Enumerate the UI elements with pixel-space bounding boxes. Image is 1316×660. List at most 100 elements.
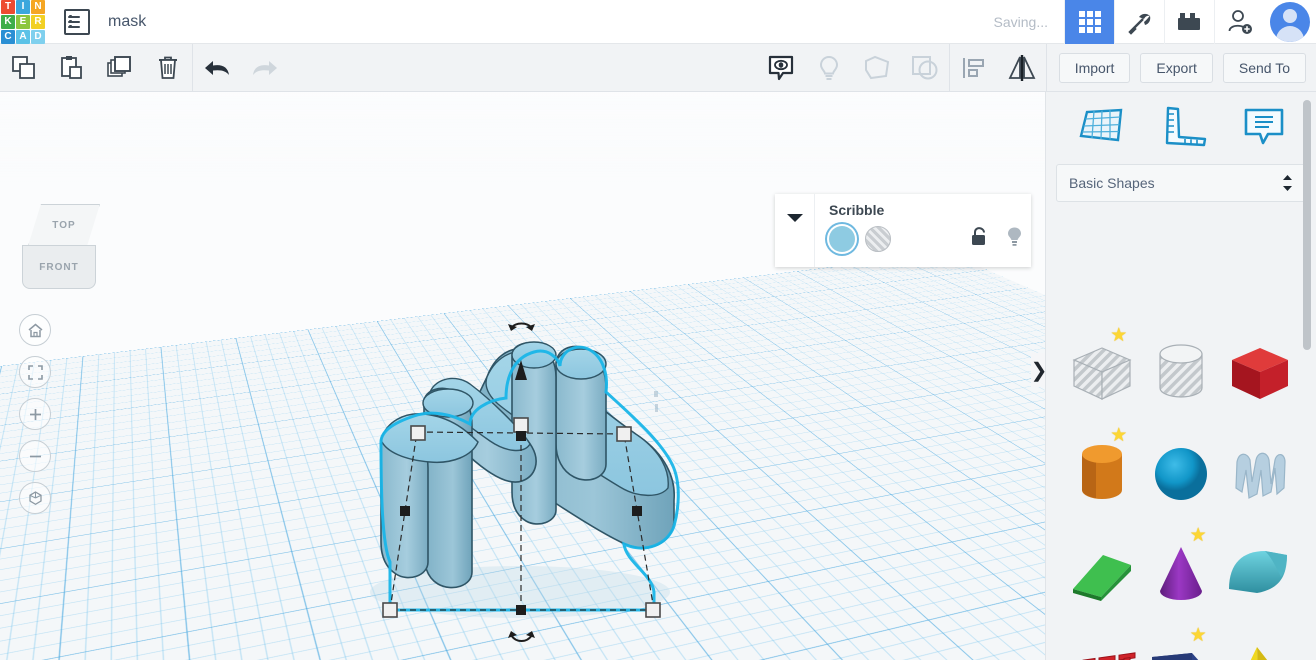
app-header: T I N K E R C A D mask Saving... [0,0,1316,44]
import-button[interactable]: Import [1058,52,1131,83]
undo-button[interactable] [193,44,241,92]
notes-tool[interactable] [1241,104,1287,153]
featured-star-icon: ★ [1110,425,1128,446]
hole-cylinder-thumbnail [1159,344,1203,398]
shape-inspector-panel: Scribble [775,194,1031,267]
align-icon [962,57,984,78]
shape-box[interactable] [1221,324,1300,424]
delete-button[interactable] [144,44,192,92]
shape-roof[interactable] [1062,524,1141,624]
paste-button[interactable] [48,44,96,92]
cylinder-thumbnail [1081,445,1122,499]
pyramid-thumbnail [1251,647,1268,660]
3d-viewport[interactable]: TOP FRONT Scribble [0,92,1045,660]
list-menu-icon[interactable] [64,8,90,35]
view-cube-front-face[interactable]: FRONT [22,245,96,289]
updown-arrows-icon [1283,175,1292,191]
main-toolbar: Import Export Send To [0,43,1316,92]
shape-library-select[interactable]: Basic Shapes [1056,164,1306,202]
solid-color-swatch[interactable] [829,226,855,252]
shape-box-hole[interactable]: ★ [1062,324,1141,424]
box-thumbnail [1232,348,1289,399]
group-button [853,44,901,92]
shapes-panel: Basic Shapes ★ ★ ★ ★ [1045,92,1316,660]
shape-sphere[interactable] [1141,424,1220,524]
ungroup-button [901,44,949,92]
shape-round-roof[interactable] [1221,524,1300,624]
lock-toggle[interactable] [970,226,988,252]
ruler-tool[interactable] [1158,104,1210,153]
pickaxe-button[interactable] [1114,0,1164,44]
featured-star-icon: ★ [1189,625,1207,646]
shape-text[interactable] [1062,624,1141,660]
vertical-scrollbar[interactable] [1303,100,1311,350]
shape-generator[interactable]: ★ [1141,624,1220,660]
send-to-button[interactable]: Send To [1222,52,1306,83]
perspective-toggle-button[interactable] [19,482,51,514]
shape-cylinder[interactable]: ★ [1062,424,1141,524]
fit-brackets-icon [27,364,43,380]
redo-arrow-icon [253,60,277,75]
workplane-visibility-button[interactable] [757,44,805,92]
export-button[interactable]: Export [1140,52,1213,83]
invite-button[interactable] [1214,0,1264,44]
blocks-button[interactable] [1164,0,1214,44]
logo-tile-a: A [16,30,30,44]
fit-to-view-button[interactable] [19,356,51,388]
align-button[interactable] [950,44,998,92]
mirror-button[interactable] [998,44,1046,92]
viewport-nav-buttons [19,314,51,514]
shape-scribble[interactable] [1221,424,1300,524]
shape-cylinder-hole[interactable] [1141,324,1220,424]
shape-pyramid[interactable] [1221,624,1300,660]
minus-icon [29,455,41,457]
shape-library-grid: ★ ★ ★ ★ [1046,314,1316,660]
user-avatar[interactable] [1264,0,1316,44]
view-cube-front-label: FRONT [39,261,79,273]
tinkercad-app: T I N K E R C A D mask Saving... Import … [0,0,1316,660]
inspector-tools [970,226,1023,252]
trash-icon [159,56,177,79]
plus-icon [29,408,41,420]
grid-9-icon [1078,10,1101,33]
logo-tile-e: E [16,15,30,29]
shape-cone[interactable]: ★ [1141,524,1220,624]
view-cube-top-label: TOP [52,219,76,231]
header-actions: Saving... [994,0,1316,44]
wedge-thumbnail [1072,555,1131,601]
grid-view-button[interactable] [1064,0,1114,44]
zoom-in-button[interactable] [19,398,51,430]
duplicate-icon [107,55,131,77]
hole-swatch[interactable] [865,226,891,252]
add-user-icon [1228,9,1252,34]
rotation-handle-bottom[interactable] [508,631,535,642]
chevron-down-icon [786,214,803,222]
rotation-handle-top[interactable] [508,322,535,332]
zoom-out-button[interactable] [19,440,51,472]
copy-icon [12,55,35,79]
dimension-marks [654,391,658,412]
shape-library-label: Basic Shapes [1069,175,1155,191]
tinkercad-logo[interactable]: T I N K E R C A D [0,0,46,44]
paste-icon [61,55,82,79]
toolbar-text-buttons: Import Export Send To [1047,52,1316,83]
workplane-tool[interactable] [1075,104,1127,153]
copy-button[interactable] [0,44,48,92]
logo-tile-t: T [1,0,15,14]
pickaxe-icon [1127,13,1150,35]
home-view-button[interactable] [19,314,51,346]
shape-library-select-wrap: Basic Shapes [1046,164,1316,202]
lightbulb-icon [1008,227,1021,246]
scribble-thumbnail [1235,452,1286,499]
ungroup-shapes-icon [911,55,938,79]
scribble-object[interactable] [0,92,1045,660]
note-bubble-icon [1244,108,1283,144]
document-title[interactable]: mask [108,13,146,31]
duplicate-button[interactable] [96,44,144,92]
visibility-toggle[interactable] [1006,226,1023,252]
view-cube[interactable]: TOP FRONT [22,204,106,290]
inspector-collapse-button[interactable] [775,194,815,267]
workplane-grid-icon [1079,108,1123,141]
redo-button [241,44,289,92]
view-cube-top-face[interactable]: TOP [28,204,100,246]
